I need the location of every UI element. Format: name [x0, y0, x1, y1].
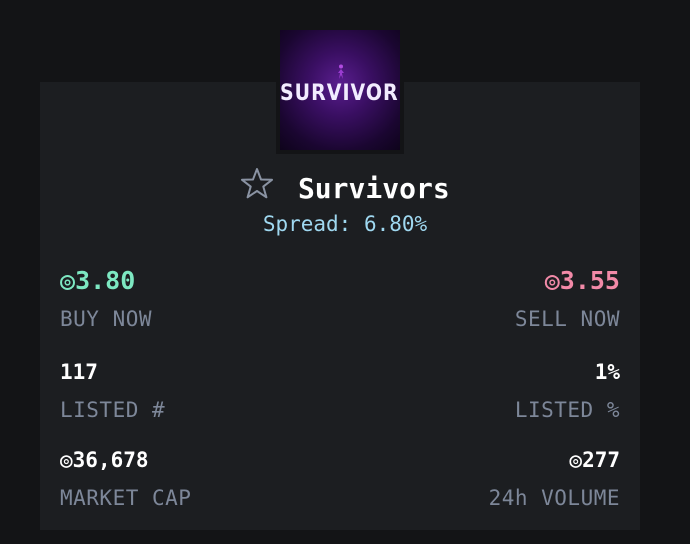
title-row: Survivors [0, 167, 690, 206]
survivor-figure-icon [338, 64, 344, 79]
listed-pct-label: LISTED % [514, 398, 620, 422]
market-cap-stat: ◎36,678 MARKET CAP [60, 447, 191, 511]
coin-icon: ◎ [60, 266, 76, 295]
sell-now-label: SELL NOW [514, 307, 620, 331]
volume-24h-stat: ◎277 24h VOLUME [489, 447, 620, 511]
buy-now-stat[interactable]: ◎3.80 BUY NOW [60, 266, 152, 332]
listed-pct-value: 1% [594, 360, 620, 384]
listed-count-stat: 117 LISTED # [60, 359, 165, 423]
sell-now-stat[interactable]: ◎3.55 SELL NOW [515, 266, 620, 332]
listed-count-value: 117 [60, 360, 98, 384]
buy-now-value: ◎3.80 [60, 266, 136, 295]
spread-text: Spread: 6.80% [262, 212, 428, 236]
star-outline-icon[interactable] [240, 167, 274, 203]
market-cap-value: ◎36,678 [60, 448, 149, 472]
market-cap-label: MARKET CAP [60, 486, 192, 510]
buy-now-label: BUY NOW [60, 307, 153, 331]
sell-now-value: ◎3.55 [544, 266, 620, 295]
coin-icon: ◎ [60, 448, 73, 472]
listed-count-label: LISTED # [60, 398, 166, 422]
coin-icon: ◎ [569, 448, 583, 472]
coin-icon: ◎ [544, 266, 560, 295]
collection-logo[interactable]: SURVIVORS [276, 26, 404, 154]
volume-24h-label: 24h VOLUME [488, 486, 620, 510]
logo-text: SURVIVORS [280, 80, 400, 106]
collection-title: Survivors [297, 171, 450, 205]
volume-24h-value: ◎277 [569, 448, 620, 472]
listed-pct-stat: 1% LISTED % [515, 359, 620, 423]
logo-image: SURVIVORS [280, 30, 400, 150]
